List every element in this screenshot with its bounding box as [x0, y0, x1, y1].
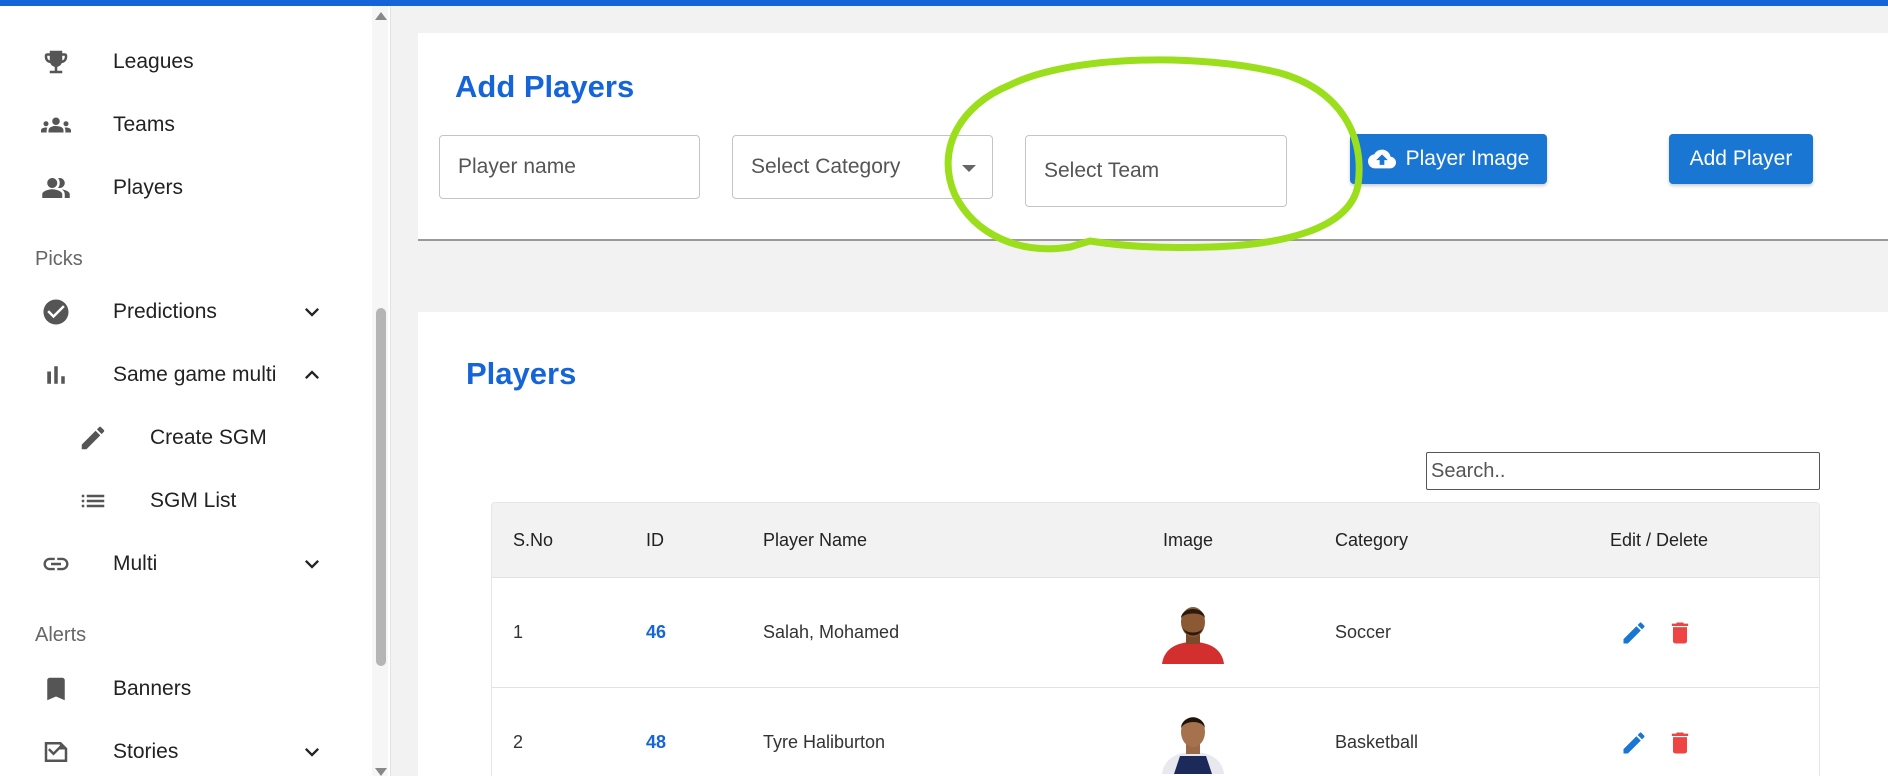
stories-icon [40, 736, 72, 768]
cell-id-link[interactable]: 48 [646, 732, 666, 753]
team-select[interactable]: Select Team [1025, 135, 1287, 207]
add-players-card: Add Players Player name Select Category … [418, 33, 1888, 241]
sidebar-item-create-sgm[interactable]: Create SGM [0, 408, 380, 468]
check-circle-icon [40, 296, 72, 328]
chevron-down-icon[interactable] [298, 550, 326, 578]
cell-sno: 1 [513, 622, 524, 642]
players-card: Players S.No ID Player Name Image Catego… [418, 312, 1888, 776]
player-name-placeholder: Player name [458, 155, 576, 178]
category-select[interactable]: Select Category [732, 135, 993, 199]
column-header-image: Image [1163, 530, 1214, 550]
sidebar-item-label: Banners [113, 677, 192, 700]
trophy-icon [40, 46, 72, 78]
sidebar-item-label: Predictions [113, 300, 217, 323]
dropdown-arrow-icon [962, 165, 976, 172]
sidebar-item-label: Players [113, 176, 184, 199]
player-name-field[interactable]: Player name [439, 135, 700, 199]
chevron-up-icon[interactable] [298, 361, 326, 389]
column-header-player-name: Player Name [763, 530, 868, 550]
chevron-down-icon[interactable] [298, 738, 326, 766]
sidebar-item-label: SGM List [150, 489, 237, 512]
sidebar-item-label: Create SGM [150, 426, 267, 449]
cell-player-name: Tyre Haliburton [763, 732, 886, 752]
category-placeholder: Select Category [751, 155, 901, 178]
column-header-edit-delete: Edit / Delete [1610, 530, 1709, 550]
cell-category: Soccer [1335, 622, 1392, 642]
players-title: Players [466, 356, 577, 391]
sidebar-item-multi[interactable]: Multi [0, 534, 380, 594]
pencil-icon [77, 422, 109, 454]
column-header-category: Category [1335, 530, 1409, 550]
add-player-label: Add Player [1689, 147, 1793, 170]
scroll-up-icon[interactable] [375, 12, 387, 20]
table-row: 1 46 Salah, Mohamed Soccer [492, 577, 1819, 687]
people-icon [40, 172, 72, 204]
sidebar-item-label: Multi [113, 552, 158, 575]
team-placeholder: Select Team [1044, 159, 1160, 182]
add-players-title: Add Players [455, 69, 635, 104]
top-accent-bar [0, 0, 1888, 6]
groups-icon [40, 109, 72, 141]
sidebar-item-banners[interactable]: Banners [0, 659, 380, 719]
sidebar-item-predictions[interactable]: Predictions [0, 282, 380, 342]
sidebar-item-leagues[interactable]: Leagues [0, 32, 380, 92]
sidebar-item-same-game-multi[interactable]: Same game multi [0, 345, 380, 405]
cell-sno: 2 [513, 732, 524, 752]
delete-icon[interactable] [1666, 618, 1694, 648]
cell-player-name: Salah, Mohamed [763, 622, 900, 642]
sidebar-item-stories[interactable]: Stories [0, 722, 380, 776]
player-image-button[interactable]: Player Image [1350, 134, 1547, 184]
sidebar-item-label: Same game multi [113, 363, 277, 386]
cloud-upload-icon [1367, 149, 1396, 169]
cell-category: Basketball [1335, 732, 1419, 752]
sidebar-section-picks: Picks [35, 248, 83, 270]
edit-icon[interactable] [1620, 729, 1648, 757]
sidebar-item-label: Teams [113, 113, 175, 136]
add-player-button[interactable]: Add Player [1669, 134, 1813, 184]
cell-id-link[interactable]: 46 [646, 622, 666, 643]
sidebar-section-alerts: Alerts [35, 624, 87, 646]
player-photo [1160, 708, 1226, 774]
sidebar-item-label: Leagues [113, 50, 194, 73]
scroll-down-icon[interactable] [375, 768, 387, 776]
chevron-down-icon[interactable] [298, 298, 326, 326]
sidebar-item-players[interactable]: Players [0, 158, 380, 218]
delete-icon[interactable] [1666, 728, 1694, 758]
players-table: S.No ID Player Name Image Category Edit … [491, 502, 1820, 776]
table-header: S.No ID Player Name Image Category Edit … [492, 503, 1819, 577]
sidebar-scroll-thumb[interactable] [376, 308, 386, 666]
sidebar-item-sgm-list[interactable]: SGM List [0, 471, 380, 531]
list-icon [77, 485, 109, 517]
edit-icon[interactable] [1620, 619, 1648, 647]
player-photo [1160, 598, 1226, 664]
player-image-label: Player Image [1405, 147, 1530, 170]
link-icon [40, 548, 72, 580]
sidebar: Leagues Teams Players Picks Predictions … [0, 0, 391, 776]
table-row: 2 48 Tyre Haliburton Basketball [492, 687, 1819, 776]
search-input[interactable] [1426, 452, 1820, 490]
sidebar-item-teams[interactable]: Teams [0, 95, 380, 155]
sidebar-item-label: Stories [113, 740, 179, 763]
column-header-sno: S.No [513, 530, 554, 550]
bookmark-icon [40, 673, 72, 705]
column-header-id: ID [646, 530, 664, 550]
bar-chart-icon [40, 359, 72, 391]
